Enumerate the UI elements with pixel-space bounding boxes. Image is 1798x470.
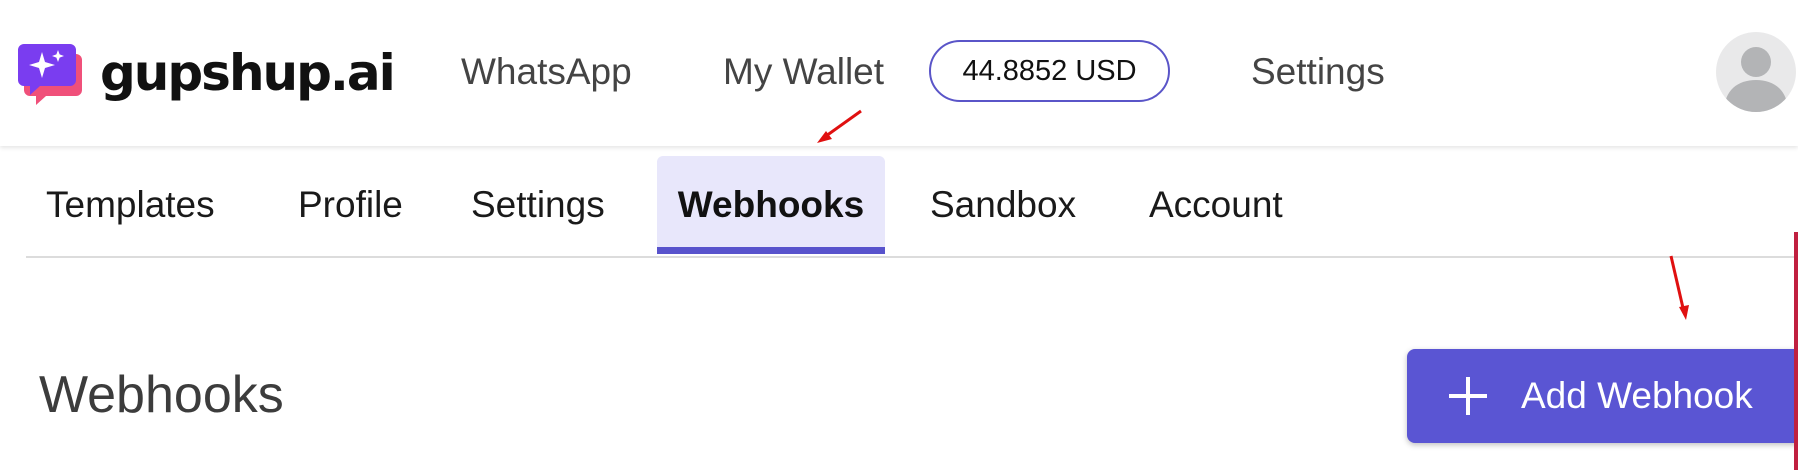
tab-account[interactable]: Account (1149, 156, 1283, 254)
chat-sparkle-logo-icon (18, 40, 84, 106)
top-header: gupshup.ai WhatsApp My Wallet 44.8852 US… (0, 0, 1798, 146)
brand-logo[interactable]: gupshup.ai (18, 40, 396, 106)
section-tabs: Templates Profile Settings Webhooks Sand… (0, 146, 1798, 258)
tabs-divider (26, 256, 1798, 258)
tab-templates[interactable]: Templates (46, 156, 215, 254)
wallet-balance-badge[interactable]: 44.8852 USD (929, 40, 1170, 102)
tab-settings[interactable]: Settings (471, 156, 605, 254)
plus-icon (1449, 377, 1487, 415)
tab-profile[interactable]: Profile (298, 156, 403, 254)
add-webhook-label: Add Webhook (1521, 375, 1753, 416)
user-avatar-icon (1724, 47, 1788, 112)
add-webhook-button[interactable]: Add Webhook (1407, 349, 1798, 443)
brand-name: gupshup.ai (100, 44, 396, 102)
tab-sandbox[interactable]: Sandbox (930, 156, 1076, 254)
nav-my-wallet[interactable]: My Wallet (723, 48, 884, 96)
annotation-arrow-icon (1669, 255, 1689, 320)
tab-webhooks[interactable]: Webhooks (657, 156, 885, 254)
nav-settings[interactable]: Settings (1251, 48, 1385, 96)
side-panel-edge (1794, 232, 1798, 470)
user-avatar[interactable] (1716, 32, 1796, 112)
nav-whatsapp[interactable]: WhatsApp (461, 48, 632, 96)
page-title: Webhooks (39, 366, 284, 424)
